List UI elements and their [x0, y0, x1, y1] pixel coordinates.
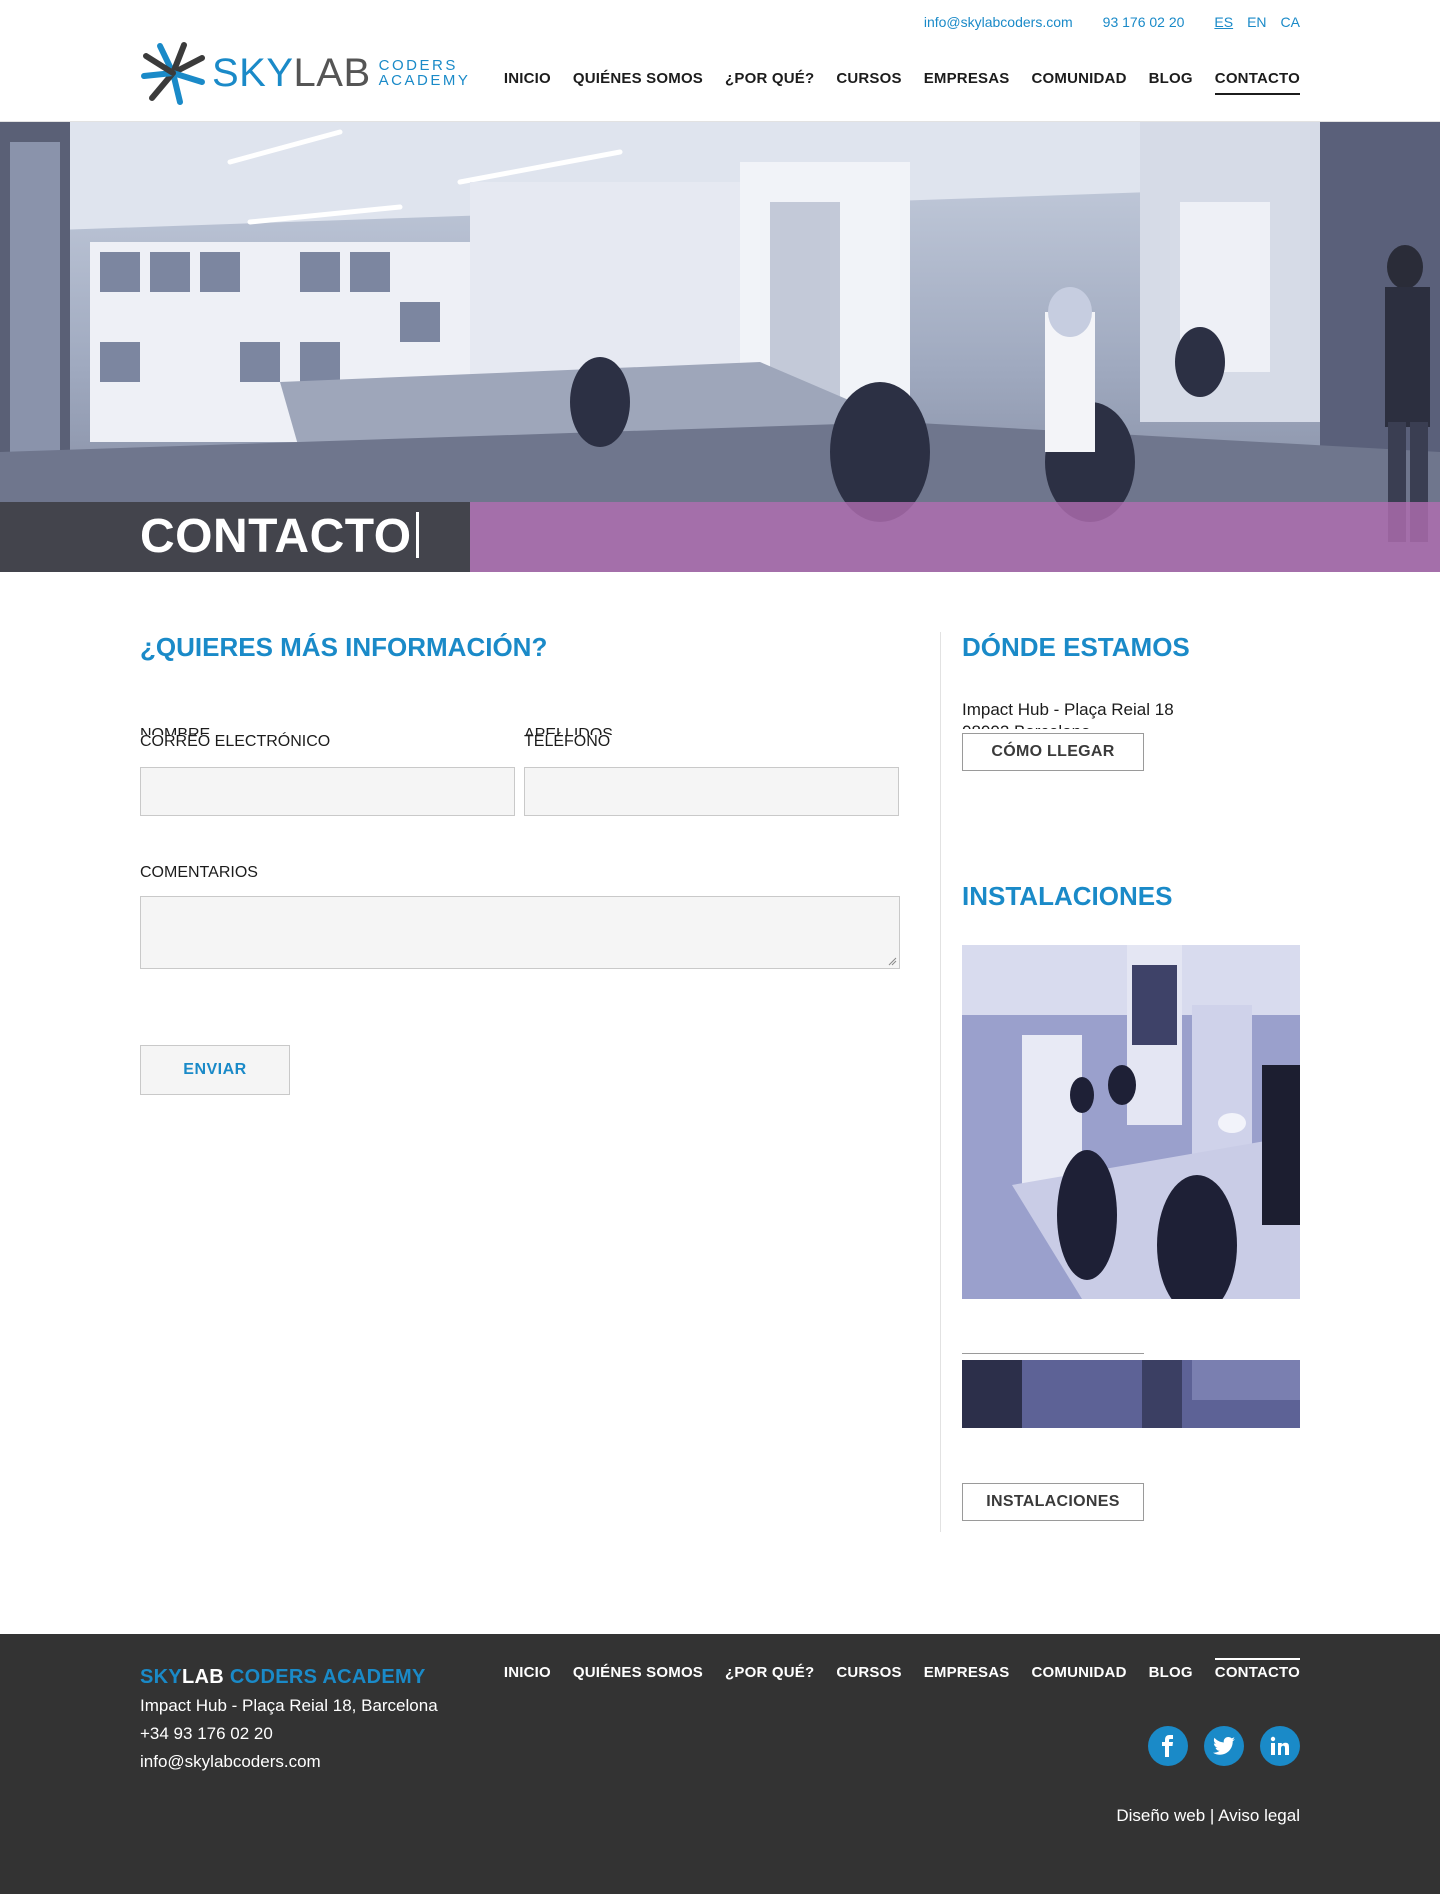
lang-ca[interactable]: CA [1281, 14, 1300, 30]
lang-en[interactable]: EN [1247, 14, 1266, 30]
nav-contacto[interactable]: CONTACTO [1214, 70, 1300, 95]
logo-sub-academy: ACADEMY [378, 72, 471, 89]
footer-nav-cursos[interactable]: CURSOS [836, 1664, 901, 1681]
nav-empresas[interactable]: EMPRESAS [924, 70, 1010, 95]
title-cursor [415, 512, 419, 558]
twitter-icon[interactable] [1204, 1726, 1244, 1766]
label-telefono: TELÉFONO [524, 733, 611, 750]
asterisk-logo-icon [141, 42, 205, 105]
language-switcher: ES EN CA [1214, 14, 1300, 30]
where-title: DÓNDE ESTAMOS [962, 632, 1190, 662]
facilities-button[interactable]: INSTALACIONES [962, 1483, 1144, 1521]
hero-banner: CONTACTO [0, 122, 1440, 572]
design-link[interactable]: Diseño web [1116, 1806, 1205, 1825]
nav-cursos[interactable]: CURSOS [836, 70, 901, 95]
footer-email[interactable]: info@skylabcoders.com [140, 1752, 321, 1772]
logo-lab: LAB [293, 51, 371, 95]
page-title-text: CONTACTO [140, 510, 412, 563]
label-email: CORREO ELECTRÓNICO [140, 733, 331, 750]
site-logo[interactable]: SKYLAB CODERS ACADEMY [140, 40, 470, 106]
footer-brand-lab: LAB [182, 1666, 225, 1688]
main-nav: INICIO QUIÉNES SOMOS ¿POR QUÉ? CURSOS EM… [504, 70, 1300, 95]
comments-textarea[interactable] [140, 896, 900, 969]
logo-sub-coders: CODERS [378, 57, 458, 74]
legal-separator: | [1205, 1806, 1219, 1825]
label-comentarios: COMENTARIOS [140, 864, 258, 881]
footer-nav-blog[interactable]: BLOG [1149, 1664, 1193, 1681]
header-email-link[interactable]: info@skylabcoders.com [924, 14, 1073, 30]
page-title: CONTACTO [140, 509, 419, 564]
logo-sky: SKY [212, 51, 294, 95]
nav-comunidad[interactable]: COMUNIDAD [1032, 70, 1127, 95]
linkedin-icon[interactable] [1260, 1726, 1300, 1766]
logo-subtitle: CODERS ACADEMY [379, 58, 471, 88]
footer-nav-empresas[interactable]: EMPRESAS [924, 1664, 1010, 1681]
header-phone-link[interactable]: 93 176 02 20 [1103, 14, 1185, 30]
site-header: info@skylabcoders.com 93 176 02 20 ES EN… [0, 0, 1440, 122]
footer-nav-quienes-somos[interactable]: QUIÉNES SOMOS [573, 1664, 703, 1681]
facilities-photo[interactable] [962, 945, 1300, 1299]
nav-por-que[interactable]: ¿POR QUÉ? [725, 70, 814, 95]
hero-accent-band [470, 502, 1440, 572]
lang-es[interactable]: ES [1214, 14, 1233, 30]
footer-legal: Diseño web | Aviso legal [1116, 1806, 1300, 1826]
footer-phone[interactable]: +34 93 176 02 20 [140, 1724, 273, 1744]
footer-brand-rest: CODERS ACADEMY [224, 1666, 426, 1688]
legal-notice-link[interactable]: Aviso legal [1218, 1806, 1300, 1825]
form-title: ¿QUIERES MÁS INFORMACIÓN? [140, 632, 548, 662]
facilities-strip-art [962, 1360, 1300, 1428]
resize-handle-icon[interactable] [887, 956, 897, 966]
footer-brand-sky: SKY [140, 1666, 183, 1688]
carousel-button-edge [962, 1353, 1144, 1354]
address-line: Impact Hub - Plaça Reial 18 [962, 700, 1174, 719]
nav-quienes-somos[interactable]: QUIÉNES SOMOS [573, 70, 703, 95]
facilities-photo-art [962, 945, 1300, 1299]
header-contact-line: info@skylabcoders.com 93 176 02 20 ES EN… [924, 14, 1300, 30]
footer-nav-comunidad[interactable]: COMUNIDAD [1032, 1664, 1127, 1681]
facilities-photo-strip[interactable] [962, 1360, 1300, 1428]
facebook-icon[interactable] [1148, 1726, 1188, 1766]
footer-nav-inicio[interactable]: INICIO [504, 1664, 551, 1681]
logo-wordmark: SKYLAB [212, 53, 371, 93]
email-field[interactable] [140, 767, 515, 816]
footer-nav-contacto[interactable]: CONTACTO [1214, 1658, 1300, 1681]
footer-nav-por-que[interactable]: ¿POR QUÉ? [725, 1664, 814, 1681]
social-links [1148, 1726, 1300, 1766]
site-footer: SKYLAB CODERS ACADEMY Impact Hub - Plaça… [0, 1634, 1440, 1894]
nav-blog[interactable]: BLOG [1149, 70, 1193, 95]
facilities-title: INSTALACIONES [962, 881, 1173, 911]
submit-button[interactable]: ENVIAR [140, 1045, 290, 1095]
footer-nav: INICIO QUIÉNES SOMOS ¿POR QUÉ? CURSOS EM… [504, 1658, 1300, 1681]
directions-button[interactable]: CÓMO LLEGAR [962, 733, 1144, 771]
phone-field[interactable] [524, 767, 899, 816]
footer-brand: SKYLAB CODERS ACADEMY [140, 1666, 426, 1689]
column-divider [940, 632, 941, 1532]
nav-inicio[interactable]: INICIO [504, 70, 551, 95]
footer-address: Impact Hub - Plaça Reial 18, Barcelona [140, 1696, 438, 1715]
